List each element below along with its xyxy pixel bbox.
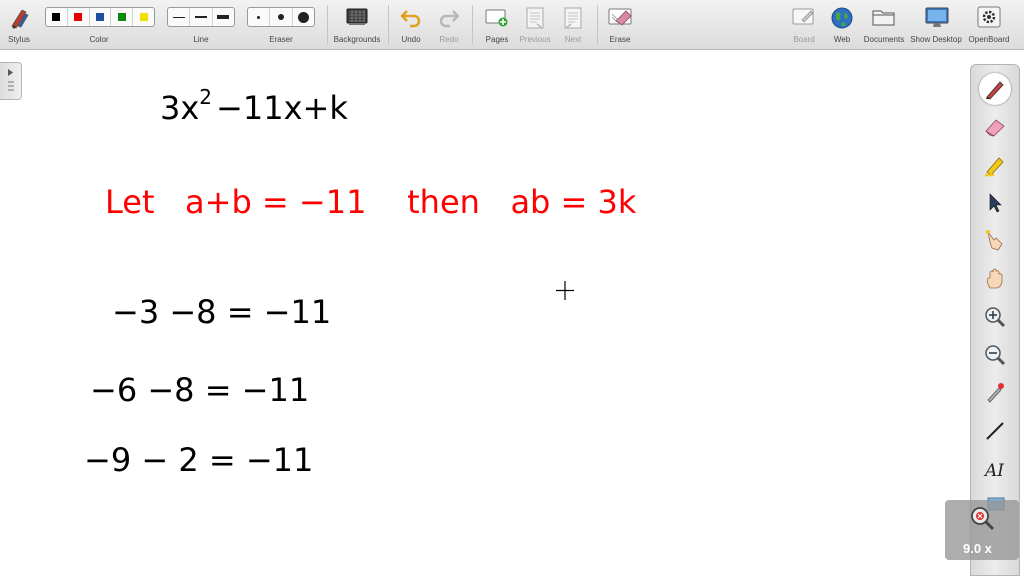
line-thick[interactable]	[213, 8, 234, 26]
svg-text:AI: AI	[983, 461, 1004, 481]
backgrounds-icon	[346, 8, 368, 25]
line-width-selector	[167, 7, 235, 27]
stylus-button[interactable]	[8, 6, 30, 35]
handwriting-layer: 3x2 −11x+k Let a+b = −11 then ab = 3k −3 …	[84, 85, 637, 479]
color-red[interactable]	[68, 8, 90, 26]
web-label: Web	[833, 35, 851, 44]
hint-text: Let a+b = −11 then ab = 3k	[105, 183, 637, 221]
eraser-icon	[985, 119, 1005, 137]
hand-icon	[986, 268, 1003, 289]
laser-pointer-tool[interactable]	[979, 377, 1011, 409]
show-desktop-button[interactable]	[924, 6, 950, 35]
web-button[interactable]	[830, 6, 854, 35]
previous-label: Previous	[519, 35, 551, 44]
expression-text: 3x2 −11x+k	[160, 85, 348, 127]
add-page-icon	[485, 9, 508, 27]
next-button[interactable]	[563, 6, 583, 35]
zoom-out-icon	[985, 345, 1006, 366]
crosshair-cursor-icon	[556, 281, 574, 300]
pen-icon	[986, 81, 1004, 100]
eraser-size-selector	[247, 7, 315, 27]
line-thin[interactable]	[168, 8, 191, 26]
text-tool[interactable]: AI	[979, 453, 1011, 485]
line-tool[interactable]	[979, 415, 1011, 447]
pen-tool[interactable]	[979, 73, 1011, 105]
show-desktop-label: Show Desktop	[910, 35, 962, 44]
next-page-icon	[564, 7, 582, 29]
work-line-1: −3 −8 = −11	[112, 293, 331, 331]
text-icon: AI	[983, 461, 1004, 481]
zoom-level-text: 9.0 x	[963, 541, 992, 556]
documents-button[interactable]	[872, 6, 896, 33]
backgrounds-button[interactable]	[345, 6, 369, 33]
highlighter-tool[interactable]	[979, 149, 1011, 181]
color-selector	[45, 7, 155, 27]
previous-page-icon	[526, 7, 544, 29]
main-toolbar: Stylus Color Line Eraser Backgrounds Und…	[0, 0, 1024, 50]
color-label: Color	[89, 35, 109, 44]
board-label: Board	[793, 35, 815, 44]
color-blue[interactable]	[90, 8, 112, 26]
undo-label: Undo	[401, 35, 421, 44]
line-icon	[986, 422, 1004, 440]
redo-label: Redo	[439, 35, 459, 44]
stylus-label: Stylus	[8, 35, 30, 44]
hand-tool[interactable]	[979, 263, 1011, 295]
expression-rest: −11x+k	[216, 89, 348, 127]
color-black[interactable]	[46, 8, 68, 26]
undo-icon	[400, 10, 421, 28]
color-green[interactable]	[111, 8, 134, 26]
play-tool[interactable]	[979, 225, 1011, 257]
pages-label: Pages	[485, 35, 509, 44]
erase-button[interactable]	[608, 6, 634, 33]
expression-exponent: 2	[199, 85, 212, 109]
documents-label: Documents	[863, 35, 905, 44]
zoom-in-icon	[985, 307, 1006, 328]
zoom-indicator: 9.0 x	[945, 500, 1019, 560]
eraser-label: Eraser	[269, 35, 293, 44]
line-medium[interactable]	[190, 8, 213, 26]
folder-icon	[872, 10, 895, 26]
selector-tool[interactable]	[979, 187, 1011, 219]
arrow-pointer-icon	[989, 193, 1002, 213]
expression-base: 3x	[160, 89, 199, 127]
color-yellow[interactable]	[133, 8, 154, 26]
board-icon	[792, 8, 814, 25]
erase-board-icon	[608, 8, 632, 26]
eraser-large[interactable]	[293, 8, 314, 26]
eraser-tool[interactable]	[979, 111, 1011, 143]
stylus-icon	[11, 9, 29, 29]
line-label: Line	[193, 35, 209, 44]
erase-label: Erase	[609, 35, 631, 44]
pages-button[interactable]	[485, 6, 509, 33]
undo-button[interactable]	[400, 6, 422, 33]
laser-pointer-icon	[987, 383, 1004, 403]
backgrounds-label: Backgrounds	[333, 35, 381, 44]
redo-icon	[439, 10, 460, 28]
settings-gear-icon	[977, 6, 1001, 28]
openboard-label: OpenBoard	[968, 35, 1010, 44]
zoom-in-tool[interactable]	[979, 301, 1011, 333]
drawing-canvas[interactable]: 3x2 −11x+k Let a+b = −11 then ab = 3k −3 …	[0, 51, 1024, 576]
highlighter-icon	[985, 157, 1004, 177]
eraser-small[interactable]	[248, 8, 271, 26]
eraser-medium[interactable]	[270, 8, 293, 26]
previous-button[interactable]	[525, 6, 545, 35]
next-label: Next	[564, 35, 582, 44]
board-button[interactable]	[792, 6, 816, 33]
openboard-button[interactable]	[977, 6, 1001, 33]
globe-icon	[831, 7, 853, 29]
work-line-2: −6 −8 = −11	[90, 371, 309, 409]
zoom-magnifier-icon	[971, 507, 995, 531]
monitor-icon	[925, 7, 949, 27]
pointing-hand-icon	[986, 230, 1003, 251]
work-line-3: −9 − 2 = −11	[84, 441, 313, 479]
zoom-out-tool[interactable]	[979, 339, 1011, 371]
redo-button[interactable]	[438, 6, 460, 33]
